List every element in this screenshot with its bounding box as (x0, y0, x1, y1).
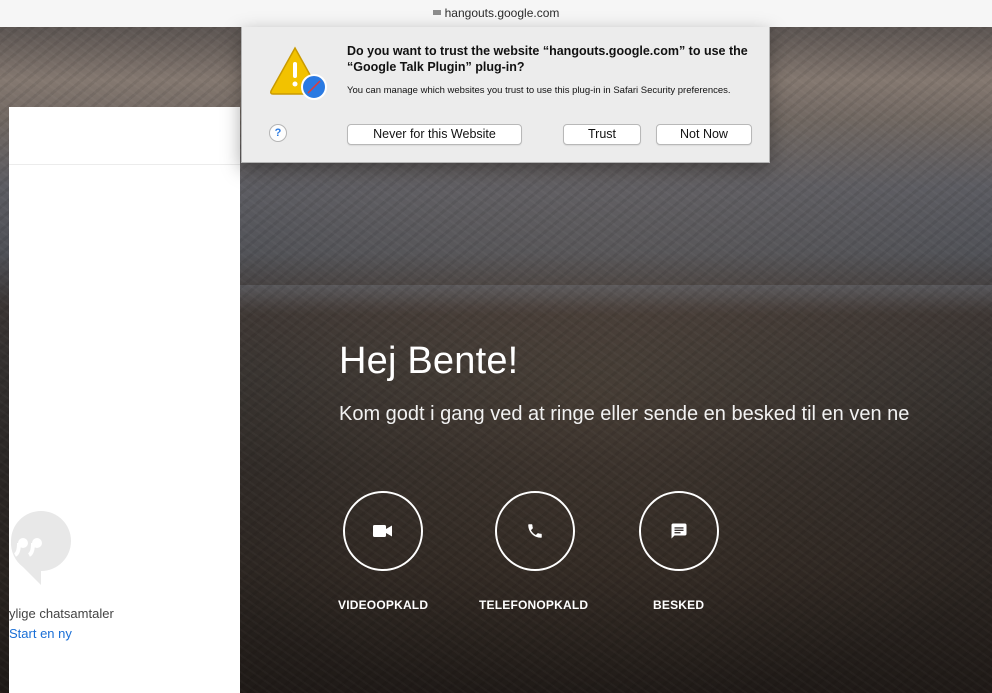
plugin-trust-dialog: Do you want to trust the website “hangou… (241, 27, 770, 163)
never-for-this-website-button[interactable]: Never for this Website (347, 124, 522, 145)
video-call-label: VIDEOOPKALD (338, 598, 429, 612)
horizon-haze (240, 285, 992, 315)
message-label: BESKED (653, 598, 705, 612)
chat-quote-icon (10, 511, 72, 585)
phone-icon (528, 524, 542, 538)
greeting-subtitle: Kom godt i gang ved at ringe eller sende… (339, 403, 910, 425)
url-text: hangouts.google.com (444, 6, 560, 20)
trust-button[interactable]: Trust (563, 124, 641, 145)
sidebar-divider (9, 164, 240, 165)
video-call-button[interactable] (343, 491, 423, 571)
start-new-link[interactable]: Start en ny (9, 626, 72, 641)
video-camera-icon (373, 525, 392, 537)
browser-toolbar: hangouts.google.com (0, 0, 992, 28)
warning-icon (270, 46, 327, 100)
conversation-sidebar: ylige chatsamtaler Start en ny (9, 107, 240, 693)
recent-chats-text: ylige chatsamtaler (9, 606, 114, 621)
phone-call-button[interactable] (495, 491, 575, 571)
page-icon (432, 10, 441, 16)
dialog-body: You can manage which websites you trust … (347, 85, 731, 96)
phone-call-label: TELEFONOPKALD (479, 598, 589, 612)
greeting-heading: Hej Bente! (339, 340, 519, 382)
not-now-button[interactable]: Not Now (656, 124, 752, 145)
address-bar[interactable]: hangouts.google.com (0, 6, 992, 20)
dialog-title: Do you want to trust the website “hangou… (347, 44, 748, 74)
message-button[interactable] (639, 491, 719, 571)
message-icon (671, 523, 687, 539)
help-button[interactable]: ? (269, 124, 287, 142)
